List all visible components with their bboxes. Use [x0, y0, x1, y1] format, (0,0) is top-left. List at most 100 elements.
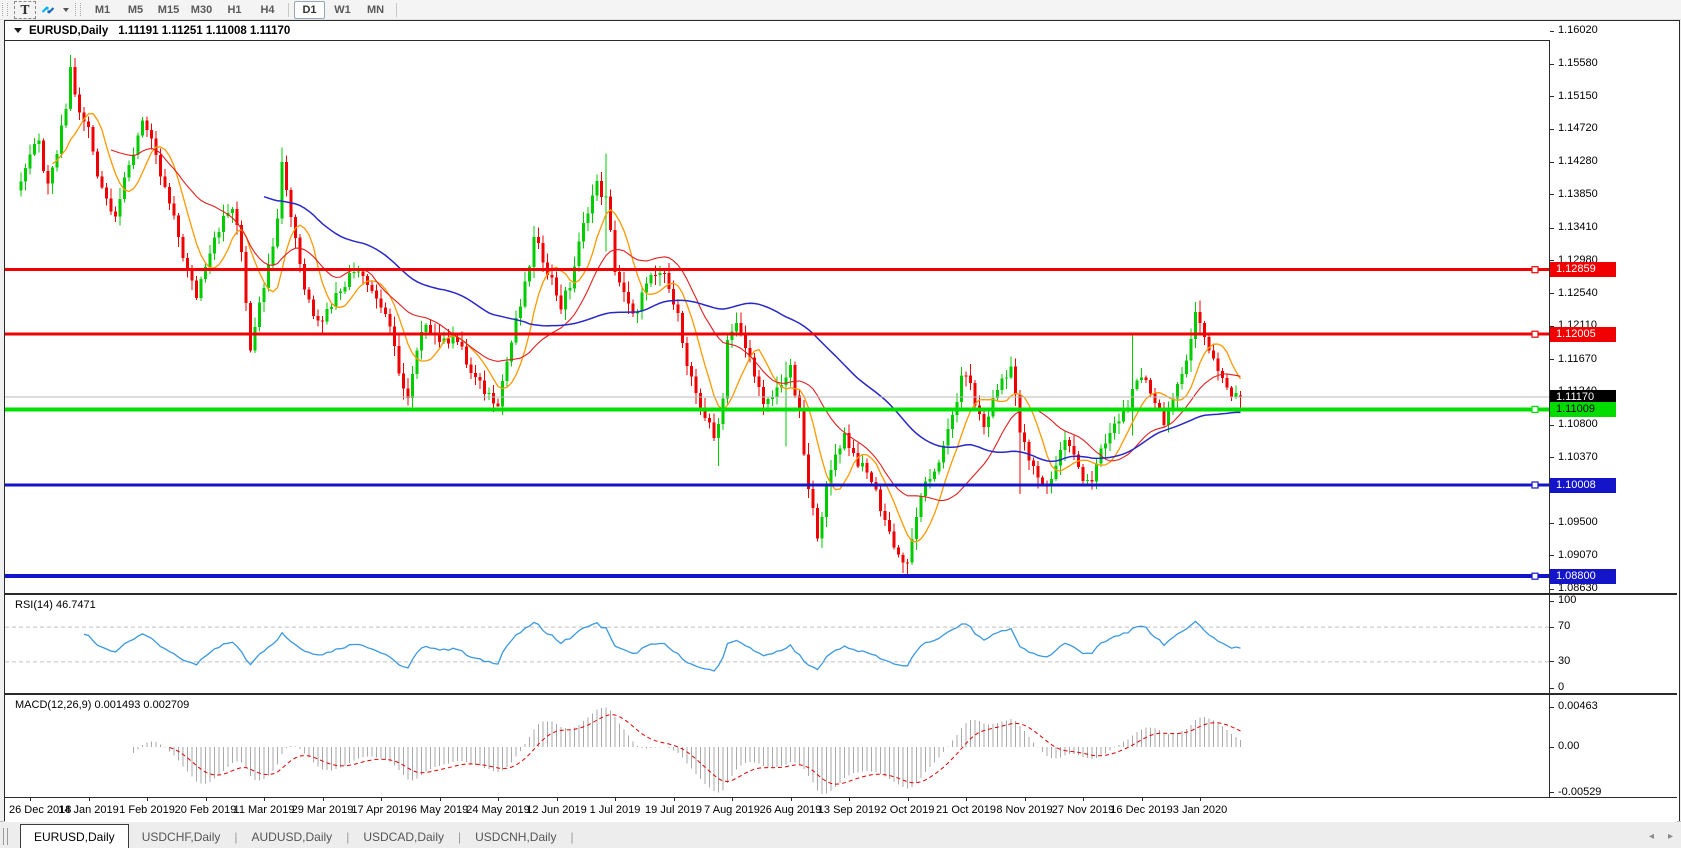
- axis-tick-mark: [1550, 424, 1554, 426]
- axis-tick-mark: [1550, 161, 1554, 163]
- timeframe-button-m1[interactable]: M1: [87, 1, 118, 19]
- date-tick-mark: [907, 798, 909, 801]
- text-tool-label: T: [20, 2, 30, 17]
- price-axis-label: 1.11670: [1558, 352, 1597, 365]
- date-axis-label: 27 Nov 2019: [1051, 804, 1115, 816]
- date-tick-mark: [849, 798, 850, 801]
- horizontal-level-line[interactable]: [5, 483, 1549, 487]
- axis-tick-mark: [1550, 293, 1554, 295]
- macd-label: MACD(12,26,9) 0.001493 0.002709: [15, 699, 190, 711]
- price-axis-label: 1.14720: [1558, 122, 1598, 135]
- price-axis-label: 1.13850: [1558, 187, 1598, 200]
- chart-tab-bar: EURUSD,Daily USDCHF,Daily | AUDUSD,Daily | US…: [0, 821, 1681, 848]
- chart-title-bar: EURUSD,Daily 1.11191 1.11251 1.11008 1.1…: [5, 21, 1550, 41]
- date-tick-mark: [498, 798, 499, 801]
- date-tick-mark: [790, 798, 792, 801]
- macd-panel[interactable]: [5, 695, 1549, 797]
- macd-histogram: [133, 707, 1241, 794]
- date-tick-mark: [439, 798, 441, 801]
- price-axis-label: 1.15150: [1558, 89, 1598, 102]
- date-axis-label: 7 Aug 2019: [704, 804, 760, 816]
- date-tick-mark: [615, 798, 616, 801]
- candlesticks: [19, 55, 1242, 577]
- macd-axis-label: 0.00463: [1558, 700, 1598, 712]
- tab-scroll-right-icon[interactable]: ▸: [1668, 831, 1673, 842]
- axis-tick-mark: [1550, 626, 1554, 628]
- text-tool-button[interactable]: T: [14, 0, 36, 19]
- date-tick-mark: [966, 798, 967, 801]
- price-level-badge: 1.10008: [1550, 477, 1616, 493]
- tab-separator: |: [570, 830, 574, 844]
- rsi-axis-label: 30: [1558, 654, 1571, 667]
- date-axis-label: 29 Mar 2019: [291, 804, 354, 816]
- arrows-icon: [41, 5, 55, 14]
- date-axis-label: 14 Jan 2019: [58, 804, 119, 816]
- rsi-axis-label: 100: [1558, 594, 1577, 606]
- date-tick-mark: [264, 798, 265, 801]
- ma-8-line: [52, 112, 1242, 543]
- timeframe-button-m5[interactable]: M5: [120, 1, 151, 19]
- horizontal-level-line[interactable]: [5, 332, 1549, 336]
- timeframe-button-w1[interactable]: W1: [327, 1, 358, 19]
- horizontal-level-line[interactable]: [5, 574, 1549, 579]
- rsi-panel[interactable]: [5, 595, 1549, 693]
- price-level-badge: 1.12005: [1550, 326, 1616, 342]
- price-axis[interactable]: 1.16020 1.15580 1.15150 1.14720 1.14280 1.138…: [1549, 21, 1678, 798]
- horizontal-level-line[interactable]: [5, 268, 1549, 272]
- tab-usdcnh-daily[interactable]: USDCNH,Daily: [462, 827, 569, 847]
- axis-tick-mark: [1550, 792, 1554, 794]
- ma-55-line: [263, 195, 1241, 463]
- main-price-chart[interactable]: [5, 21, 1549, 593]
- tabbar-grip: [3, 828, 8, 845]
- chart-window: EURUSD,Daily 1.11191 1.11251 1.11008 1.1…: [4, 20, 1680, 823]
- price-level-badge: 1.08800: [1550, 568, 1616, 584]
- date-axis-label: 2 Oct 2019: [880, 804, 935, 816]
- axis-tick-mark: [1550, 227, 1554, 229]
- date-axis-label: 1 Feb 2019: [119, 804, 175, 816]
- date-tick-mark: [1024, 798, 1026, 801]
- timeframe-button-h1[interactable]: H1: [219, 1, 250, 19]
- panel-divider[interactable]: [5, 693, 1677, 695]
- price-axis-label: 1.09500: [1558, 516, 1598, 529]
- date-axis-label: 6 May 2019: [410, 804, 469, 816]
- timeframe-button-h4[interactable]: H4: [252, 1, 283, 19]
- axis-tick-mark: [1550, 128, 1554, 130]
- timeframe-button-m15[interactable]: M15: [153, 1, 184, 19]
- collapse-triangle-icon[interactable]: [14, 28, 22, 33]
- price-axis-label: 1.14280: [1558, 155, 1598, 168]
- horizontal-level-line[interactable]: [5, 407, 1549, 412]
- chart-symbol-label: EURUSD,Daily: [29, 24, 109, 37]
- price-axis-label: 1.10370: [1558, 450, 1598, 463]
- axis-tick-mark: [1550, 555, 1554, 557]
- toolbar-grip[interactable]: [2, 3, 8, 16]
- tab-scroll-left-icon[interactable]: ◂: [1649, 831, 1654, 842]
- price-axis-label: 1.13410: [1558, 221, 1598, 234]
- date-tick-mark: [556, 798, 558, 801]
- timeframe-button-mn[interactable]: MN: [360, 1, 391, 19]
- timeframe-button-m30[interactable]: M30: [186, 1, 217, 19]
- chart-ohlc-values: 1.11191 1.11251 1.11008 1.11170: [118, 24, 291, 37]
- date-axis-label: 12 Jun 2019: [526, 804, 587, 816]
- axis-tick-mark: [1550, 260, 1554, 261]
- date-axis-label: 3 Jan 2020: [1172, 804, 1228, 816]
- tab-usdcad-daily[interactable]: USDCAD,Daily: [350, 827, 457, 847]
- panel-divider[interactable]: [5, 593, 1677, 595]
- date-axis[interactable]: 26 Dec 2018 14 Jan 2019 1 Feb 2019 20 Feb 2…: [5, 797, 1677, 822]
- rsi-axis-label: 70: [1558, 620, 1571, 633]
- tab-eurusd-daily[interactable]: EURUSD,Daily: [20, 824, 129, 848]
- date-axis-label: 21 Oct 2019: [936, 804, 996, 816]
- axis-tick-mark: [1550, 194, 1554, 196]
- macd-axis-label: -0.00529: [1558, 785, 1602, 798]
- date-tick-mark: [1083, 798, 1084, 801]
- date-axis-label: 17 Apr 2019: [351, 804, 411, 816]
- timeframe-button-d1[interactable]: D1: [294, 0, 325, 19]
- axis-tick-mark: [1550, 588, 1554, 590]
- date-axis-label: 16 Dec 2019: [1110, 804, 1173, 816]
- horizontal-level-line[interactable]: [5, 396, 1549, 398]
- rsi-label: RSI(14) 46.7471: [15, 599, 96, 611]
- chart-style-button[interactable]: [38, 2, 58, 18]
- axis-tick-mark: [1550, 522, 1554, 524]
- tab-audusd-daily[interactable]: AUDUSD,Daily: [239, 827, 346, 847]
- tab-usdchf-daily[interactable]: USDCHF,Daily: [129, 827, 234, 847]
- dropdown-caret-icon[interactable]: [63, 7, 69, 12]
